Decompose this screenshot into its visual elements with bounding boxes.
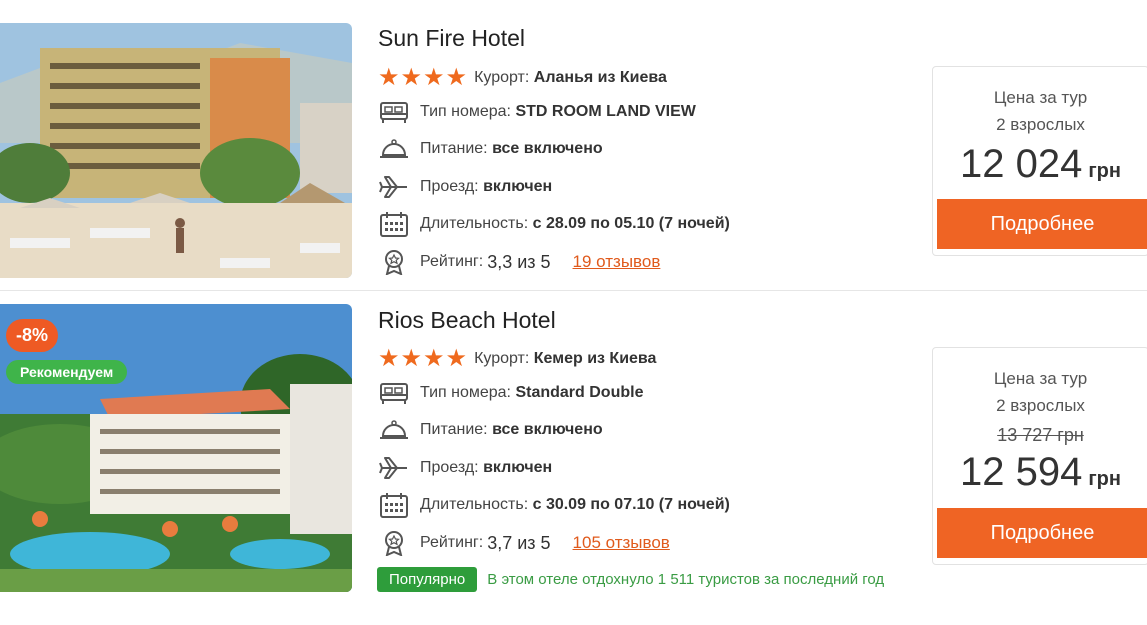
popular-badge: Популярно (377, 567, 478, 592)
transfer-value: включен (483, 178, 553, 195)
star-icon: ★ (423, 345, 445, 372)
room-value: STD ROOM LAND VIEW (515, 103, 696, 120)
resort-value: Аланья из Киева (533, 69, 667, 86)
old-price: 13 727 грн (997, 425, 1084, 445)
star-rating: ★ ★ ★ ★ (378, 347, 468, 371)
hotel-card: Sun Fire Hotel ★ ★ ★ ★ Курорт: Аланья из… (0, 0, 1147, 290)
star-icon: ★ (423, 64, 445, 91)
popular-text: В этом отеле отдохнуло 1 511 туристов за… (487, 571, 885, 588)
details-button[interactable]: Подробнее (937, 508, 1147, 558)
bed-icon (378, 379, 410, 407)
meal-value: все включено (492, 140, 603, 157)
transfer-label: Проезд: (420, 459, 479, 476)
rating-label: Рейтинг: (420, 534, 484, 551)
cloche-icon (378, 416, 410, 444)
meal-row: Питание: все включено (378, 135, 603, 163)
recommend-badge: Рекомендуем (6, 360, 128, 384)
meal-row: Питание: все включено (378, 416, 603, 444)
reviews-link[interactable]: 19 отзывов (573, 252, 661, 272)
star-icon: ★ (400, 64, 423, 91)
price-label-adults: 2 взрослых (996, 115, 1085, 134)
star-rating: ★ ★ ★ ★ (378, 66, 468, 90)
resort-row: ★ ★ ★ ★ Курорт: Кемер из Киева (378, 347, 656, 371)
hotel-photo[interactable] (0, 23, 352, 278)
duration-value: с 28.09 по 05.10 (7 ночей) (532, 215, 730, 232)
duration-row: Длительность: с 28.09 по 05.10 (7 ночей) (378, 210, 730, 238)
price-label: Цена за тур 2 взрослых (933, 365, 1147, 419)
hotel-name[interactable]: Rios Beach Hotel (378, 307, 556, 334)
hotel-card: -8% Рекомендуем Rios Beach Hotel ★ ★ ★ ★… (0, 291, 1147, 625)
transfer-row: Проезд: включен (378, 454, 552, 482)
duration-value: с 30.09 по 07.10 (7 ночей) (532, 496, 730, 513)
price-label-tour: Цена за тур (993, 369, 1088, 388)
plane-icon (378, 173, 410, 201)
room-row: Тип номера: STD ROOM LAND VIEW (378, 98, 696, 126)
room-value: Standard Double (515, 384, 644, 401)
price: 12 594 грн (933, 450, 1147, 495)
star-icon: ★ (445, 64, 468, 91)
cloche-icon (378, 135, 410, 163)
bed-icon (378, 98, 410, 126)
popularity-note: Популярно В этом отеле отдохнуло 1 511 ту… (377, 567, 937, 592)
rating-value: 3,3 из 5 (487, 251, 551, 272)
transfer-label: Проезд: (420, 178, 479, 195)
currency: грн (1088, 160, 1121, 182)
star-icon: ★ (378, 345, 400, 372)
duration-row: Длительность: с 30.09 по 07.10 (7 ночей) (378, 491, 730, 519)
resort-label: Курорт: (474, 350, 530, 367)
resort-row: ★ ★ ★ ★ Курорт: Аланья из Киева (378, 66, 667, 90)
star-icon: ★ (378, 64, 400, 91)
award-icon (378, 248, 410, 276)
price: 12 024 грн (933, 142, 1147, 187)
transfer-value: включен (483, 459, 553, 476)
calendar-icon (378, 210, 410, 238)
star-icon: ★ (445, 345, 468, 372)
star-icon: ★ (400, 345, 423, 372)
price-value: 12 594 (960, 450, 1083, 494)
rating-row: Рейтинг: 3,7 из 5 105 отзывов (378, 529, 670, 557)
reviews-link[interactable]: 105 отзывов (573, 533, 670, 553)
currency: грн (1088, 468, 1121, 490)
duration-label: Длительность: (420, 215, 529, 232)
price-label-adults: 2 взрослых (996, 396, 1085, 415)
price-value: 12 024 (960, 142, 1083, 186)
room-label: Тип номера: (420, 384, 511, 401)
resort-label: Курорт: (474, 69, 530, 86)
price-label: Цена за тур 2 взрослых (933, 84, 1147, 138)
meal-label: Питание: (420, 140, 488, 157)
award-icon (378, 529, 410, 557)
room-label: Тип номера: (420, 103, 511, 120)
meal-value: все включено (492, 421, 603, 438)
rating-row: Рейтинг: 3,3 из 5 19 отзывов (378, 248, 660, 276)
calendar-icon (378, 491, 410, 519)
duration-label: Длительность: (420, 496, 529, 513)
price-box: Цена за тур 2 взрослых 13 727 грн 12 594… (932, 347, 1147, 565)
discount-badge: -8% (6, 319, 59, 352)
plane-icon (378, 454, 410, 482)
resort-value: Кемер из Киева (533, 350, 657, 367)
hotel-name[interactable]: Sun Fire Hotel (378, 25, 525, 52)
price-box: Цена за тур 2 взрослых 12 024 грн Подробн… (932, 66, 1147, 256)
room-row: Тип номера: Standard Double (378, 379, 643, 407)
transfer-row: Проезд: включен (378, 173, 552, 201)
price-label-tour: Цена за тур (993, 88, 1088, 107)
rating-label: Рейтинг: (420, 253, 484, 270)
rating-value: 3,7 из 5 (487, 532, 551, 553)
meal-label: Питание: (420, 421, 488, 438)
details-button[interactable]: Подробнее (937, 199, 1147, 249)
